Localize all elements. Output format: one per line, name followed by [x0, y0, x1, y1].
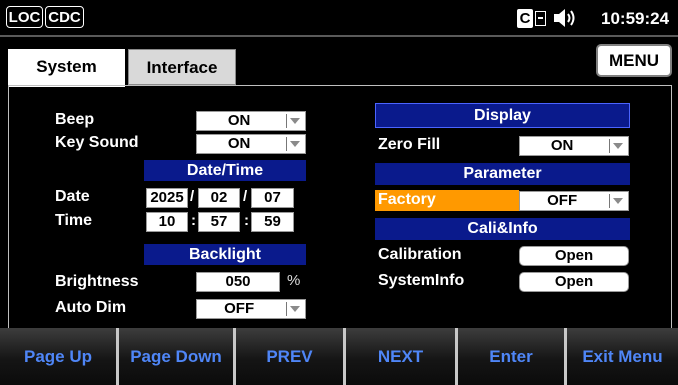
tab-interface[interactable]: Interface — [128, 49, 236, 85]
cali-info-header: Cali&Info — [375, 218, 630, 240]
backlight-header: Backlight — [144, 244, 306, 265]
keysound-dropdown[interactable]: ON — [196, 134, 306, 154]
instrument-screen: LOC CDC C 10:59:24 System Interface MENU… — [0, 0, 678, 385]
keysound-value: ON — [227, 135, 251, 152]
date-day-field[interactable]: 07 — [251, 188, 294, 208]
exit-menu-softkey[interactable]: Exit Menu — [567, 328, 678, 385]
time-minute-field[interactable]: 57 — [198, 212, 240, 232]
autodim-dropdown[interactable]: OFF — [196, 299, 306, 319]
page-down-softkey[interactable]: Page Down — [119, 328, 233, 385]
datetime-header: Date/Time — [144, 160, 306, 181]
speaker-icon — [554, 9, 575, 27]
status-divider — [0, 35, 678, 37]
page-up-softkey[interactable]: Page Up — [0, 328, 116, 385]
brightness-unit: % — [287, 272, 301, 289]
time-separator: : — [244, 212, 249, 229]
zerofill-label: Zero Fill — [378, 136, 441, 153]
chevron-down-icon — [290, 141, 300, 147]
date-year-field[interactable]: 2025 — [146, 188, 188, 208]
next-softkey[interactable]: NEXT — [346, 328, 455, 385]
status-icons: C — [517, 6, 578, 30]
systeminfo-label: SystemInfo — [378, 272, 465, 289]
time-hour-field[interactable]: 10 — [146, 212, 188, 232]
factory-value: OFF — [547, 192, 578, 209]
chevron-down-icon — [613, 143, 623, 149]
date-separator: / — [243, 188, 248, 205]
beep-label: Beep — [55, 111, 95, 128]
chevron-down-icon — [290, 306, 300, 312]
time-separator: : — [191, 212, 196, 229]
factory-dropdown[interactable]: OFF — [519, 191, 629, 211]
zerofill-value: ON — [550, 137, 574, 154]
parameter-header: Parameter — [375, 163, 630, 185]
time-label: Time — [55, 212, 93, 229]
autodim-value: OFF — [224, 300, 255, 317]
display-header: Display — [375, 103, 630, 128]
time-second-field[interactable]: 59 — [251, 212, 294, 232]
prev-softkey[interactable]: PREV — [236, 328, 343, 385]
beep-value: ON — [227, 112, 251, 129]
calibration-open-button[interactable]: Open — [519, 246, 629, 266]
date-month-field[interactable]: 02 — [198, 188, 240, 208]
brightness-field[interactable]: 050 — [196, 272, 280, 292]
chevron-down-icon — [290, 118, 300, 124]
enter-softkey[interactable]: Enter — [458, 328, 564, 385]
cab-icon: C — [517, 8, 546, 28]
menu-button[interactable]: MENU — [596, 44, 672, 77]
systeminfo-open-button[interactable]: Open — [519, 272, 629, 292]
chevron-down-icon — [613, 198, 623, 204]
beep-dropdown[interactable]: ON — [196, 111, 306, 131]
loc-badge: LOC — [6, 6, 43, 28]
keysound-label: Key Sound — [55, 134, 139, 151]
clock: 10:59:24 — [601, 9, 670, 28]
cdc-badge: CDC — [45, 6, 84, 28]
tab-system[interactable]: System — [8, 49, 125, 87]
autodim-label: Auto Dim — [55, 299, 127, 316]
date-label: Date — [55, 188, 90, 205]
brightness-label: Brightness — [55, 273, 139, 290]
factory-label: Factory — [378, 191, 436, 208]
calibration-label: Calibration — [378, 246, 462, 263]
zerofill-dropdown[interactable]: ON — [519, 136, 629, 156]
date-separator: / — [190, 188, 195, 205]
